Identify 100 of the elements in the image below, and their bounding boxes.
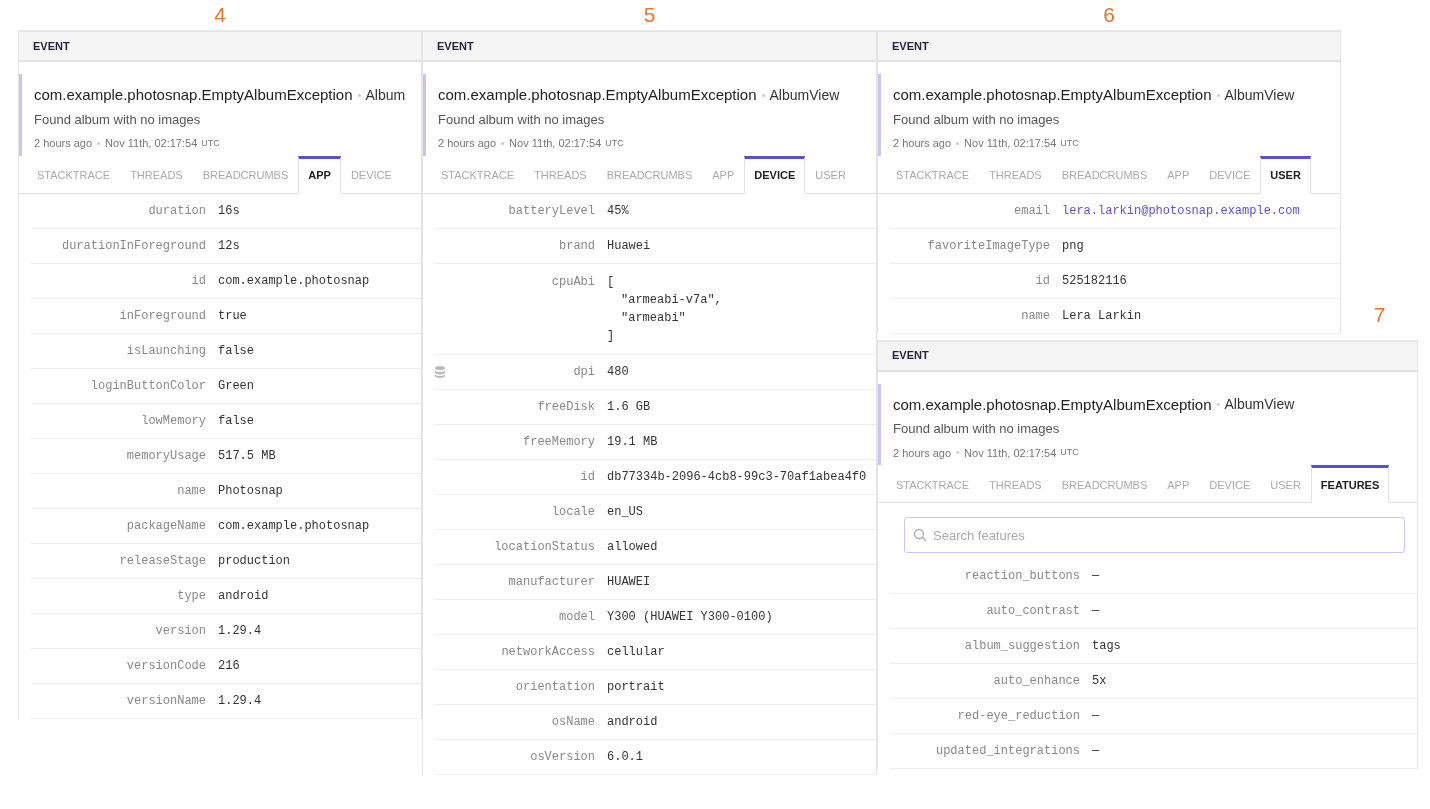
field-key: favoriteImageType	[927, 238, 1050, 253]
field-value: Green	[217, 377, 254, 395]
section-title: EVENT	[33, 38, 70, 54]
field-key: dpi	[573, 364, 595, 379]
field-key: id	[1035, 273, 1050, 288]
tab[interactable]: BREADCRUMBS	[1051, 155, 1158, 194]
field-value: portrait	[606, 678, 665, 696]
error-context: AlbumView	[1224, 395, 1295, 415]
tab[interactable]: THREADS	[979, 155, 1052, 194]
field-key: id	[191, 273, 206, 288]
field-key: manufacturer	[508, 574, 595, 589]
timestamp: Nov 11th, 02:17:54	[509, 136, 602, 151]
database-icon	[435, 365, 445, 378]
tab[interactable]: FEATURES	[1310, 465, 1390, 503]
separator-dot	[1216, 93, 1220, 97]
tab[interactable]: USER	[805, 155, 856, 194]
separator-dot	[956, 451, 960, 455]
separator-dot	[761, 93, 765, 97]
field-value: 45%	[606, 202, 629, 220]
tab[interactable]: STACKTRACE	[431, 155, 525, 194]
tab[interactable]: DEVICE	[1199, 465, 1261, 503]
tab[interactable]: THREADS	[979, 465, 1052, 503]
section-title: EVENT	[892, 38, 929, 54]
panel-number: 4	[213, 2, 227, 28]
error-class: com.example.photosnap.EmptyAlbumException	[893, 394, 1212, 415]
field-key: osName	[551, 714, 595, 729]
field-value: tags	[1091, 638, 1121, 655]
section-title: EVENT	[437, 38, 474, 54]
tab[interactable]: USER	[1260, 155, 1311, 194]
timestamp: Nov 11th, 02:17:54	[964, 445, 1057, 461]
field-key: lowMemory	[141, 413, 206, 428]
field-value: 525182116	[1061, 272, 1127, 290]
field-value: —	[1091, 743, 1100, 760]
field-key: brand	[559, 238, 595, 253]
error-context: AlbumView	[1224, 85, 1295, 105]
tab[interactable]: BREADCRUMBS	[192, 155, 299, 194]
search-field[interactable]: Search features	[904, 517, 1405, 553]
separator-dot	[357, 93, 361, 97]
separator-dot	[97, 141, 101, 145]
field-key: orientation	[515, 679, 595, 694]
field-value: 1.6 GB	[606, 398, 651, 416]
field-value: 5x	[1091, 673, 1107, 690]
error-context: Album	[365, 85, 406, 105]
email-link[interactable]: lera.larkin@photosnap.example.com	[1050, 201, 1300, 220]
tab[interactable]: STACKTRACE	[27, 155, 121, 194]
separator-dot	[956, 141, 960, 145]
separator-dot	[501, 141, 505, 145]
tab[interactable]: APP	[298, 155, 341, 194]
field-key: versionName	[126, 693, 206, 708]
field-value: —	[1091, 568, 1100, 585]
timezone: UTC	[1060, 446, 1079, 459]
field-key: name	[177, 483, 206, 498]
tab[interactable]: DEVICE	[1199, 155, 1261, 194]
tab[interactable]: BREADCRUMBS	[1051, 465, 1158, 503]
field-value: 1.29.4	[217, 692, 262, 710]
relative-time: 2 hours ago	[438, 136, 497, 151]
field-value: 480	[606, 363, 629, 381]
field-value: Photosnap	[217, 482, 283, 500]
error-class: com.example.photosnap.EmptyAlbumException	[34, 85, 353, 105]
field-key: isLaunching	[126, 343, 206, 358]
field-value: en_US	[606, 503, 643, 521]
tab[interactable]: STACKTRACE	[886, 465, 980, 503]
tab[interactable]: THREADS	[120, 155, 193, 194]
separator-dot	[1216, 403, 1220, 407]
relative-time: 2 hours ago	[34, 136, 93, 151]
tab[interactable]: APP	[1157, 155, 1200, 194]
timezone: UTC	[1060, 136, 1079, 150]
field-key: batteryLevel	[508, 203, 595, 218]
field-value: Y300 (HUAWEI Y300-0100)	[606, 608, 773, 626]
tab[interactable]: THREADS	[524, 155, 597, 194]
field-key: id	[580, 469, 595, 484]
error-class: com.example.photosnap.EmptyAlbumException	[438, 85, 757, 105]
timezone: UTC	[201, 136, 220, 150]
error-context: AlbumView	[769, 85, 840, 105]
field-key: inForeground	[119, 308, 206, 323]
tab[interactable]: APP	[1157, 465, 1200, 503]
field-value: 12s	[217, 237, 240, 255]
field-value: —	[1091, 603, 1100, 620]
panel-number: 7	[1373, 301, 1386, 328]
search-icon	[913, 528, 927, 542]
field-key: memoryUsage	[126, 448, 206, 463]
field-key: networkAccess	[501, 644, 595, 659]
field-key: locationStatus	[494, 539, 595, 554]
tab[interactable]: DEVICE	[340, 155, 402, 194]
field-value: android	[606, 713, 658, 731]
tab[interactable]: BREADCRUMBS	[596, 155, 703, 194]
field-value: [ "armeabi-v7a", "armeabi" ]	[606, 273, 722, 345]
field-value: false	[217, 412, 254, 430]
field-value: production	[217, 552, 290, 570]
error-class: com.example.photosnap.EmptyAlbumException	[893, 85, 1212, 105]
field-key: osVersion	[530, 749, 595, 764]
timezone: UTC	[605, 136, 624, 150]
field-key: album_suggestion	[964, 639, 1080, 653]
field-value: cellular	[606, 643, 665, 661]
tab[interactable]: APP	[702, 155, 745, 194]
tab[interactable]: STACKTRACE	[886, 155, 980, 194]
field-value: 16s	[217, 202, 240, 220]
field-value: Huawei	[606, 237, 651, 255]
tab[interactable]: USER	[1260, 465, 1311, 503]
tab[interactable]: DEVICE	[744, 155, 806, 194]
